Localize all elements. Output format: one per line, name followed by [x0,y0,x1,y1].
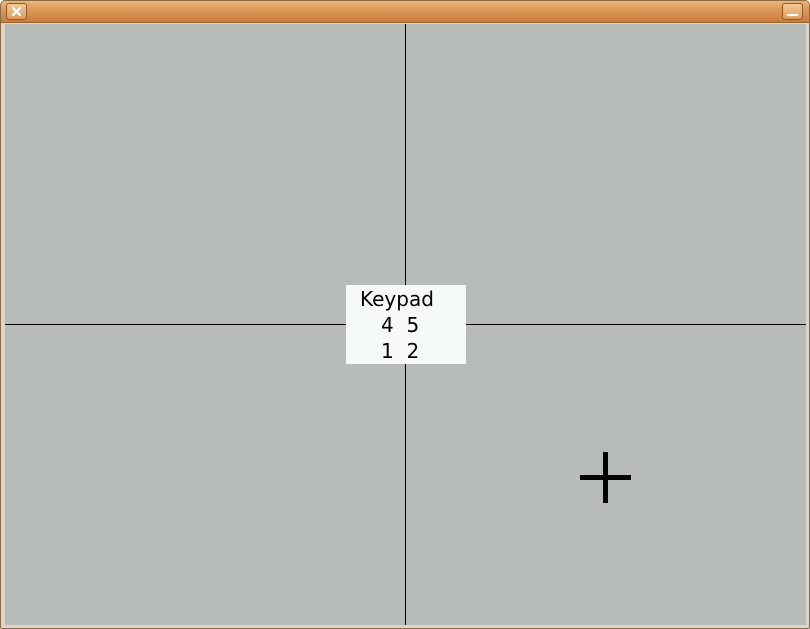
keypad-title: Keypad [360,287,434,311]
app-window: Keypad 4 5 1 2 [0,0,810,629]
crosshair-cursor-icon [580,452,631,503]
keypad-row-bottom: 1 2 [381,339,420,363]
minimize-icon [786,13,799,17]
keypad-row-top: 4 5 [381,313,420,337]
minimize-button[interactable] [782,3,803,20]
title-bar[interactable] [1,1,809,23]
keypad-panel: Keypad 4 5 1 2 [346,285,466,364]
drawing-canvas[interactable]: Keypad 4 5 1 2 [5,24,806,625]
close-button[interactable] [6,3,27,20]
close-icon [11,6,22,17]
